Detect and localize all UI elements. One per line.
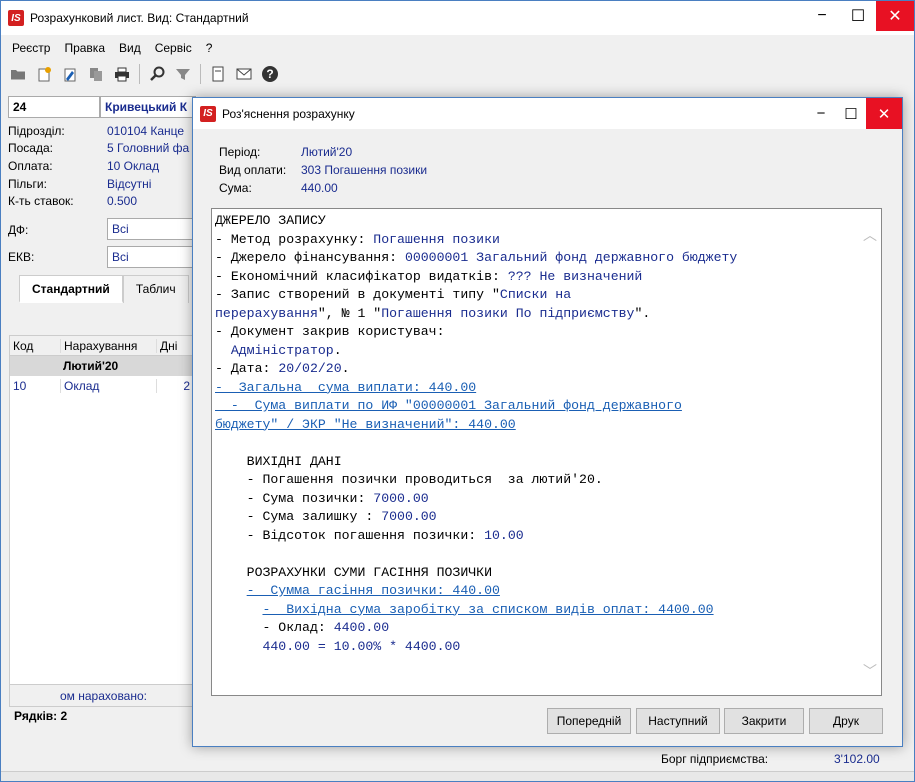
print-button[interactable]: Друк <box>809 708 883 734</box>
row-days: 2 <box>156 379 193 393</box>
dept-value: 010104 Канце <box>107 124 185 138</box>
print-icon[interactable] <box>111 63 133 85</box>
dept-label: Підрозділ: <box>8 124 65 138</box>
document-icon[interactable] <box>207 63 229 85</box>
rate-label: К-ть ставок: <box>8 194 74 208</box>
dialog-titlebar: IS Роз'яснення розрахунку − ☐ ✕ <box>193 98 902 129</box>
df-label: ДФ: <box>8 223 29 237</box>
help-icon[interactable]: ? <box>259 63 281 85</box>
dialog-minimize-button[interactable]: − <box>806 98 836 129</box>
menu-bar: Реєстр Правка Вид Сервіс ? <box>1 37 219 59</box>
period-value: Лютий'20 <box>301 145 353 159</box>
chevron-up-icon[interactable]: ︿ <box>863 225 877 245</box>
new-doc-icon[interactable] <box>33 63 55 85</box>
dialog-maximize-button[interactable]: ☐ <box>836 98 866 129</box>
total-payment-link[interactable]: - Загальна сума виплати: 440.00 <box>215 380 476 395</box>
ekv-label: ЕКВ: <box>8 250 35 264</box>
svg-text:?: ? <box>266 67 273 81</box>
toolbar-separator <box>200 64 201 84</box>
debt-label: Борг підприємства: <box>661 752 769 766</box>
col-days-header[interactable]: Дні <box>156 338 193 353</box>
app-logo-icon: IS <box>200 105 216 122</box>
toolbar-separator <box>139 64 140 84</box>
table-row[interactable]: 10 Оклад 2 <box>10 376 193 396</box>
row-code: 10 <box>13 379 27 393</box>
menu-edit[interactable]: Правка <box>57 41 112 55</box>
group-label: Лютий'20 <box>63 359 119 373</box>
payment-value: 10 Оклад <box>107 159 160 173</box>
row-name: Оклад <box>60 379 156 393</box>
toolbar: ? <box>1 60 281 88</box>
amount-value: 440.00 <box>301 181 338 195</box>
position-label: Посада: <box>8 141 53 155</box>
tab-number-field[interactable]: 24 <box>8 96 100 118</box>
main-titlebar: IS Розрахунковий лист. Вид: Стандартний … <box>1 1 914 35</box>
fund-payment-link-cont[interactable]: бюджету" / ЭКР "Не визначений": 440.00 <box>215 417 516 432</box>
accruals-grid: Код Нарахування Дні Лютий'20 10 Оклад 2 … <box>9 335 194 707</box>
maximize-button[interactable]: ☐ <box>840 1 876 31</box>
period-label: Період: <box>219 145 261 159</box>
payment-label: Оплата: <box>8 159 53 173</box>
app-logo-icon: IS <box>8 10 24 26</box>
previous-button[interactable]: Попередній <box>547 708 631 734</box>
repayment-sum-link[interactable]: - Сумма гасіння позички: 440.00 <box>247 583 500 598</box>
df-select[interactable]: Всі <box>107 218 197 240</box>
rate-value: 0.500 <box>107 194 138 208</box>
debt-value: 3'102.00 <box>834 752 880 766</box>
view-tabs: Стандартний Таблич <box>19 275 189 303</box>
group-row[interactable]: Лютий'20 <box>10 356 193 376</box>
col-accrual-header[interactable]: Нарахування <box>60 338 156 353</box>
employee-name-field[interactable]: Кривецький К <box>100 96 196 118</box>
amount-label: Сума: <box>219 181 252 195</box>
explanation-text: ДЖЕРЕЛО ЗАПИСУ - Метод розрахунку: Погаше… <box>215 213 738 654</box>
close-dialog-button[interactable]: Закрити <box>724 708 804 734</box>
menu-service[interactable]: Сервіс <box>148 41 199 55</box>
next-button[interactable]: Наступний <box>636 708 720 734</box>
dialog-close-button[interactable]: ✕ <box>866 98 902 129</box>
benefits-value: Відсутні <box>107 177 152 191</box>
base-earnings-link[interactable]: - Вихідна сума заробітку за списком виді… <box>262 602 713 617</box>
ekv-select[interactable]: Всі <box>107 246 197 268</box>
filter-icon[interactable] <box>172 63 194 85</box>
fund-payment-link[interactable]: - Сума виплати по ИФ "00000001 Загальний… <box>215 398 682 413</box>
menu-registry[interactable]: Реєстр <box>5 41 57 55</box>
rows-count: Рядків: 2 <box>14 709 68 723</box>
grid-header: Код Нарахування Дні <box>10 336 193 356</box>
mail-icon[interactable] <box>233 63 255 85</box>
chevron-down-icon[interactable]: ﹀ <box>863 661 877 681</box>
minimize-button[interactable]: − <box>804 1 840 31</box>
col-code-header[interactable]: Код <box>10 339 60 353</box>
tab-table[interactable]: Таблич <box>122 275 189 303</box>
close-button[interactable]: ✕ <box>876 1 914 31</box>
position-value: 5 Головний фа <box>107 141 190 155</box>
window-title: Розрахунковий лист. Вид: Стандартний <box>30 11 249 25</box>
menu-view[interactable]: Вид <box>112 41 148 55</box>
status-bar <box>1 771 914 781</box>
explanation-dialog: IS Роз'яснення розрахунку − ☐ ✕ Період: … <box>192 97 903 747</box>
pay-type-value: 303 Погашення позики <box>301 163 428 177</box>
edit-doc-icon[interactable] <box>59 63 81 85</box>
search-icon[interactable] <box>146 63 168 85</box>
pay-type-label: Вид оплати: <box>219 163 287 177</box>
dialog-title: Роз'яснення розрахунку <box>222 106 355 121</box>
benefits-label: Пільги: <box>8 177 47 191</box>
explanation-text-area[interactable]: ДЖЕРЕЛО ЗАПИСУ - Метод розрахунку: Погаше… <box>211 208 882 696</box>
grid-footer: ом нараховано: <box>10 684 193 706</box>
tab-standard[interactable]: Стандартний <box>19 275 123 303</box>
copy-icon[interactable] <box>85 63 107 85</box>
menu-help[interactable]: ? <box>199 41 220 55</box>
folder-icon[interactable] <box>7 63 29 85</box>
